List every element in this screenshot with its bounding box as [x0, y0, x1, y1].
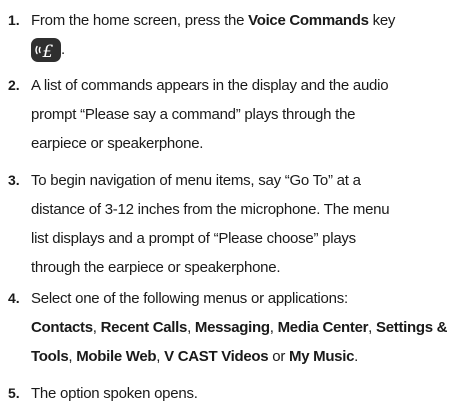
text-run: key	[368, 12, 396, 29]
step-line: To begin navigation of menu items, say “…	[31, 172, 361, 189]
step-text: A list of commands appears in the displa…	[31, 71, 471, 158]
step-line: distance of 3-12 inches from the microph…	[31, 201, 390, 218]
step-number: 4.	[8, 290, 20, 306]
step-text: To begin navigation of menu items, say “…	[31, 166, 471, 282]
menu-name: Tools	[31, 348, 69, 365]
menu-name: Settings &	[376, 319, 448, 336]
step-line: Contacts, Recent Calls, Messaging, Media…	[31, 313, 471, 342]
step-text: Select one of the following menus or app…	[31, 284, 471, 371]
step-number: 5.	[8, 385, 20, 401]
step-line: A list of commands appears in the displa…	[31, 77, 389, 94]
menu-name: Media Center	[277, 319, 369, 336]
step-line: The option spoken opens.	[31, 385, 198, 402]
menu-name: Mobile Web	[76, 348, 157, 365]
text-run: .	[354, 348, 359, 365]
menu-name: Messaging	[194, 319, 270, 336]
text-run: ,	[156, 348, 165, 365]
text-run: or	[268, 348, 290, 365]
menu-name: V CAST Videos	[164, 348, 269, 365]
text-run: From the home screen, press the	[31, 12, 249, 29]
svg-text:£: £	[42, 42, 54, 62]
step-number: 1.	[8, 12, 20, 28]
step-text: From the home screen, press the Voice Co…	[31, 6, 471, 64]
text-run: ,	[187, 319, 195, 336]
step-number: 2.	[8, 77, 20, 93]
step-line: through the earpiece or speakerphone.	[31, 259, 281, 276]
step-number: 3.	[8, 172, 20, 188]
step-line: list displays and a prompt of “Please ch…	[31, 230, 356, 247]
step-line: £ .	[31, 35, 471, 64]
text-run: ,	[92, 319, 101, 336]
voice-commands-label: Voice Commands	[248, 12, 369, 29]
step-line: prompt “Please say a command” plays thro…	[31, 106, 356, 123]
text-run: .	[61, 41, 65, 58]
step-line: Tools, Mobile Web, V CAST Videos or My M…	[31, 342, 471, 371]
menu-name: Contacts	[31, 319, 93, 336]
step-line: earpiece or speakerphone.	[31, 135, 204, 152]
text-run: ,	[368, 319, 377, 336]
menu-name: Recent Calls	[100, 319, 188, 336]
text-run: ,	[269, 319, 278, 336]
step-line: Select one of the following menus or app…	[31, 290, 348, 307]
step-line: From the home screen, press the Voice Co…	[31, 6, 471, 35]
voice-command-key-icon: £	[31, 38, 61, 62]
menu-name: My Music	[289, 348, 355, 365]
step-text: The option spoken opens.	[31, 379, 471, 408]
